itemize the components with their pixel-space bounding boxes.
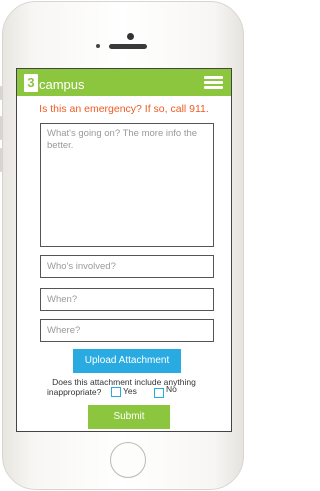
logo-mark: 3 [24,74,38,92]
logo-text: campus [39,77,85,92]
description-field[interactable] [40,123,214,247]
front-camera [96,44,100,48]
yes-checkbox[interactable] [111,387,121,397]
when-input[interactable] [40,288,214,311]
app-header: 3 campus [17,69,231,96]
volume-up-button [0,116,3,140]
attachment-question-line2: inappropriate? [47,387,102,397]
mute-switch [0,86,3,100]
app-logo[interactable]: 3 campus [24,72,85,92]
upload-attachment-button[interactable]: Upload Attachment [73,349,181,373]
where-input[interactable] [40,319,214,342]
submit-button[interactable]: Submit [88,405,170,429]
proximity-sensor [127,33,134,40]
phone-screen: 3 campus Is this an emergency? If so, ca… [16,68,232,432]
volume-down-button [0,148,3,172]
no-label: No [166,384,177,394]
emergency-notice: Is this an emergency? If so, call 911. [39,103,209,115]
earpiece-speaker [109,44,147,49]
no-checkbox[interactable] [154,388,164,398]
who-involved-input[interactable] [40,255,214,278]
hamburger-menu-icon[interactable] [204,76,223,90]
home-button[interactable] [110,442,146,478]
yes-label: Yes [123,386,137,396]
